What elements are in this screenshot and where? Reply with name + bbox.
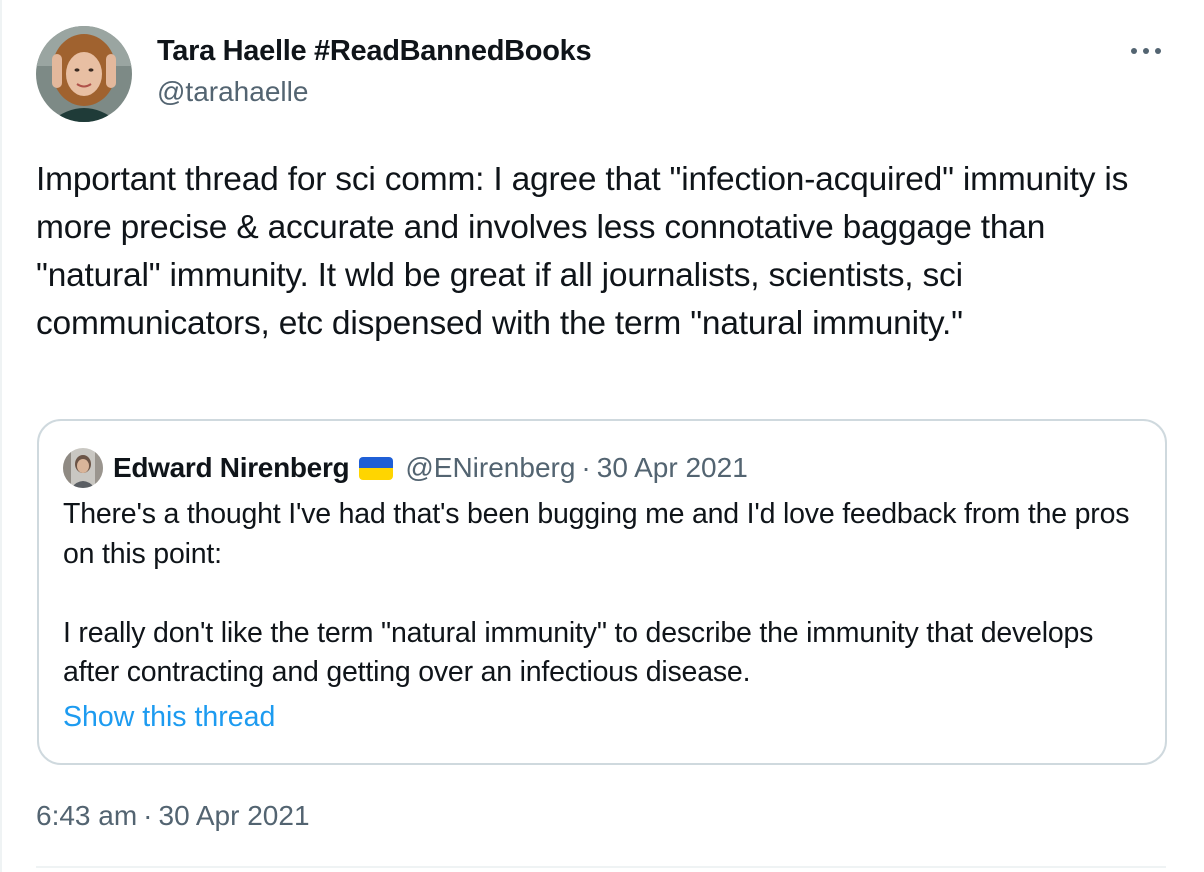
author-handle[interactable]: @tarahaelle xyxy=(157,76,308,108)
divider xyxy=(0,0,2,872)
tweet-time[interactable]: 6:43 am xyxy=(36,800,137,832)
avatar[interactable] xyxy=(36,26,132,122)
tweet-timestamp: 6:43 am · 30 Apr 2021 xyxy=(36,800,310,832)
divider xyxy=(36,866,1166,868)
quoted-tweet-text: There's a thought I've had that's been b… xyxy=(63,498,1130,688)
quoted-tweet-card[interactable]: Edward Nirenberg @ENirenberg · 30 Apr 20… xyxy=(37,419,1167,765)
separator-dot: · xyxy=(581,452,591,483)
separator-dot: · xyxy=(143,800,153,831)
more-horizontal-icon xyxy=(1131,48,1161,54)
show-thread-link[interactable]: Show this thread xyxy=(63,701,275,734)
profile-photo-avatar xyxy=(36,26,132,122)
profile-photo-avatar xyxy=(63,448,103,488)
tweet-text: Important thread for sci comm: I agree t… xyxy=(36,161,1138,342)
quoted-tweet-header: Edward Nirenberg @ENirenberg · 30 Apr 20… xyxy=(113,448,748,488)
tweet-date[interactable]: 30 Apr 2021 xyxy=(159,800,310,832)
quoted-author-handle: @ENirenberg xyxy=(405,452,576,483)
tweet-detail: Tara Haelle #ReadBannedBooks @tarahaelle… xyxy=(0,0,1204,872)
author-display-name[interactable]: Tara Haelle #ReadBannedBooks xyxy=(157,35,592,68)
quoted-author-name: Edward Nirenberg xyxy=(113,452,350,483)
quoted-author-avatar xyxy=(63,448,103,488)
more-options-button[interactable] xyxy=(1122,34,1170,68)
quoted-tweet-date: 30 Apr 2021 xyxy=(596,452,748,483)
ukraine-flag-icon xyxy=(359,456,394,480)
